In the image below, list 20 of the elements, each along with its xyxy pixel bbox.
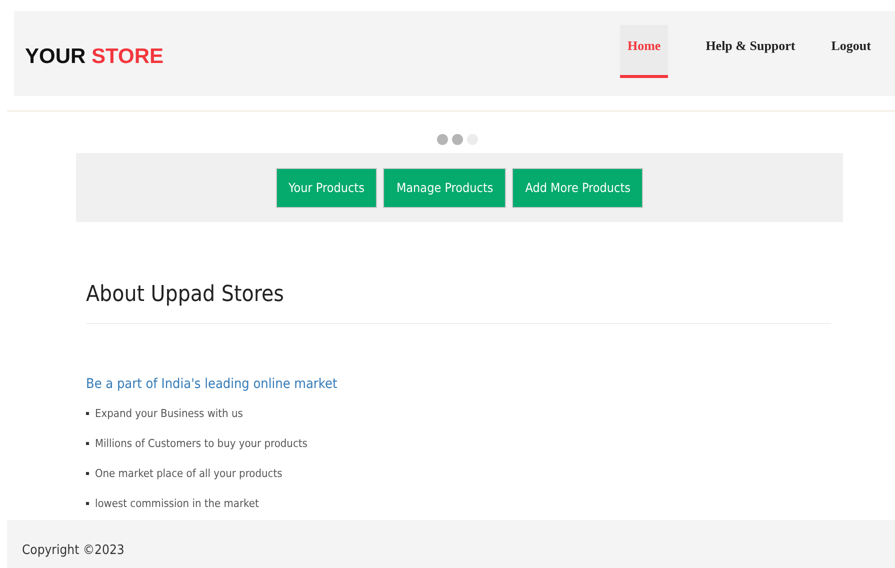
store-logo: YOUR STORE [25,44,164,68]
nav-link[interactable]: Home [620,25,668,78]
bullet-icon [86,412,89,415]
bullet-icon [86,442,89,445]
tagline: Be a part of India's leading online market [86,376,338,392]
product-button[interactable]: Add More Products [512,168,644,208]
section-heading: About Uppad Stores [86,282,285,309]
nav-link[interactable]: Logout [815,25,887,78]
nav-link[interactable]: Help & Support [690,25,812,78]
bullet-icon [86,502,89,505]
product-button[interactable]: Manage Products [383,168,506,208]
carousel-dot[interactable] [437,134,448,145]
carousel-dot[interactable] [452,134,463,145]
feature-text: Millions of Customers to buy your products [95,437,308,450]
feature-text: Expand your Business with us [95,407,243,420]
feature-text: lowest commission in the market [95,497,259,510]
bullet-icon [86,472,89,475]
copyright-text: Copyright ©2023 [22,543,124,558]
feature-text: One market place of all your products [95,467,282,480]
product-button[interactable]: Your Products [276,168,378,208]
